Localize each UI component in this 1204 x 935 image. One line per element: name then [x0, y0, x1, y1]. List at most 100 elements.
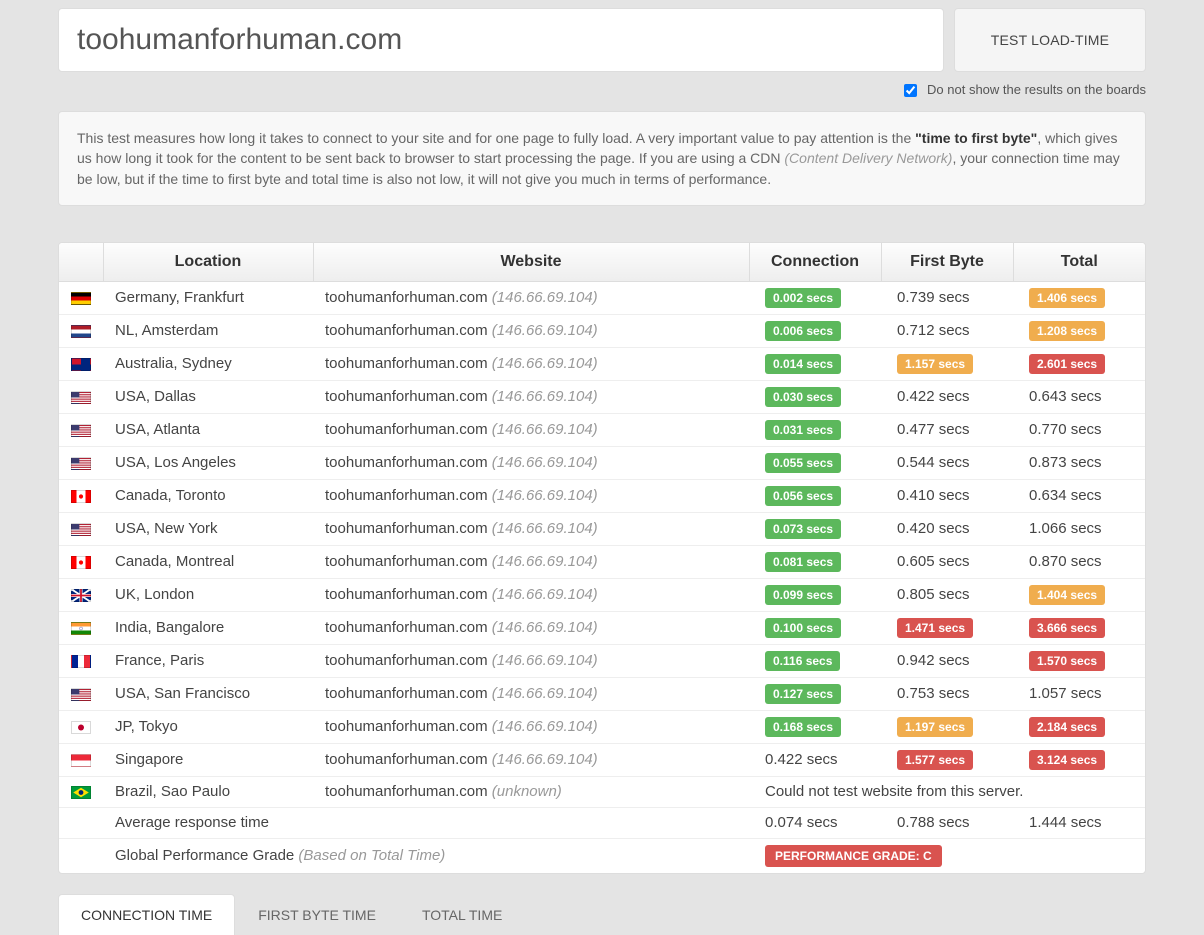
flag-icon: [71, 358, 91, 371]
grade-badge-cell: PERFORMANCE GRADE: C: [749, 838, 1145, 873]
metric-badge: 0.056 secs: [765, 486, 841, 506]
metric-badge: 0.168 secs: [765, 717, 841, 737]
location-cell: India, Bangalore: [103, 611, 313, 644]
total-cell: 0.634 secs: [1013, 479, 1145, 512]
metric-badge: 0.100 secs: [765, 618, 841, 638]
website-cell: toohumanforhuman.com (unknown): [313, 776, 749, 807]
flag-cell: [59, 413, 103, 446]
flag-cell: [59, 314, 103, 347]
total-cell: 1.057 secs: [1013, 677, 1145, 710]
location-cell: France, Paris: [103, 644, 313, 677]
firstbyte-cell: 0.805 secs: [881, 578, 1013, 611]
metric-badge: 1.404 secs: [1029, 585, 1105, 605]
table-row: Singaporetoohumanforhuman.com (146.66.69…: [59, 743, 1145, 776]
table-row: USA, Dallastoohumanforhuman.com (146.66.…: [59, 380, 1145, 413]
flag-cell: [59, 743, 103, 776]
col-website[interactable]: Website: [313, 243, 749, 282]
connection-cell: 0.099 secs: [749, 578, 881, 611]
connection-cell: 0.030 secs: [749, 380, 881, 413]
avg-tot: 1.444 secs: [1013, 807, 1145, 838]
total-cell: 2.184 secs: [1013, 710, 1145, 743]
flag-icon: [71, 589, 91, 602]
firstbyte-cell: 0.712 secs: [881, 314, 1013, 347]
website-cell: toohumanforhuman.com (146.66.69.104): [313, 281, 749, 314]
table-row: JP, Tokyotoohumanforhuman.com (146.66.69…: [59, 710, 1145, 743]
flag-icon: [71, 523, 91, 536]
metric-badge: 1.406 secs: [1029, 288, 1105, 308]
table-row: NL, Amsterdamtoohumanforhuman.com (146.6…: [59, 314, 1145, 347]
flag-cell: [59, 677, 103, 710]
total-cell: 1.404 secs: [1013, 578, 1145, 611]
metric-badge: 0.073 secs: [765, 519, 841, 539]
metric-badge: 0.116 secs: [765, 651, 840, 671]
website-cell: toohumanforhuman.com (146.66.69.104): [313, 479, 749, 512]
url-input[interactable]: [58, 8, 944, 72]
website-cell: toohumanforhuman.com (146.66.69.104): [313, 644, 749, 677]
metric-badge: 0.055 secs: [765, 453, 841, 473]
flag-cell: [59, 578, 103, 611]
total-cell: 2.601 secs: [1013, 347, 1145, 380]
col-connection[interactable]: Connection: [749, 243, 881, 282]
location-cell: NL, Amsterdam: [103, 314, 313, 347]
tab-total-time[interactable]: TOTAL TIME: [399, 894, 525, 935]
flag-cell: [59, 838, 103, 873]
col-firstbyte[interactable]: First Byte: [881, 243, 1013, 282]
total-cell: 3.666 secs: [1013, 611, 1145, 644]
average-label: Average response time: [103, 807, 749, 838]
tabs: CONNECTION TIME FIRST BYTE TIME TOTAL TI…: [58, 894, 1146, 935]
website-cell: toohumanforhuman.com (146.66.69.104): [313, 710, 749, 743]
metric-badge: 0.099 secs: [765, 585, 841, 605]
flag-icon: [71, 391, 91, 404]
website-cell: toohumanforhuman.com (146.66.69.104): [313, 314, 749, 347]
location-cell: USA, Los Angeles: [103, 446, 313, 479]
total-cell: 0.643 secs: [1013, 380, 1145, 413]
noboards-label[interactable]: Do not show the results on the boards: [904, 82, 1146, 97]
flag-cell: [59, 479, 103, 512]
flag-cell: [59, 710, 103, 743]
col-location[interactable]: Location: [103, 243, 313, 282]
location-cell: Brazil, Sao Paulo: [103, 776, 313, 807]
table-row: France, Paristoohumanforhuman.com (146.6…: [59, 644, 1145, 677]
avg-fb: 0.788 secs: [881, 807, 1013, 838]
connection-cell: 0.002 secs: [749, 281, 881, 314]
test-loadtime-button[interactable]: TEST LOAD-TIME: [954, 8, 1146, 72]
metric-badge: 0.030 secs: [765, 387, 841, 407]
total-cell: 1.066 secs: [1013, 512, 1145, 545]
total-cell: 1.570 secs: [1013, 644, 1145, 677]
website-cell: toohumanforhuman.com (146.66.69.104): [313, 446, 749, 479]
table-row: USA, Los Angelestoohumanforhuman.com (14…: [59, 446, 1145, 479]
flag-cell: [59, 380, 103, 413]
tab-first-byte-time[interactable]: FIRST BYTE TIME: [235, 894, 399, 935]
firstbyte-cell: 0.753 secs: [881, 677, 1013, 710]
metric-badge: 3.124 secs: [1029, 750, 1105, 770]
metric-badge: 1.471 secs: [897, 618, 973, 638]
metric-badge: 2.601 secs: [1029, 354, 1105, 374]
connection-cell: 0.006 secs: [749, 314, 881, 347]
flag-icon: [71, 292, 91, 305]
connection-cell: 0.116 secs: [749, 644, 881, 677]
col-total[interactable]: Total: [1013, 243, 1145, 282]
col-flag: [59, 243, 103, 282]
noboards-text: Do not show the results on the boards: [927, 82, 1146, 97]
average-row: Average response time0.074 secs0.788 sec…: [59, 807, 1145, 838]
metric-badge: 0.081 secs: [765, 552, 841, 572]
firstbyte-cell: 1.197 secs: [881, 710, 1013, 743]
connection-cell: 0.081 secs: [749, 545, 881, 578]
metric-badge: 2.184 secs: [1029, 717, 1105, 737]
connection-cell: 0.100 secs: [749, 611, 881, 644]
firstbyte-cell: 1.577 secs: [881, 743, 1013, 776]
metric-badge: 3.666 secs: [1029, 618, 1105, 638]
tab-connection-time[interactable]: CONNECTION TIME: [58, 894, 235, 935]
total-cell: 1.406 secs: [1013, 281, 1145, 314]
flag-cell: [59, 281, 103, 314]
total-cell: 3.124 secs: [1013, 743, 1145, 776]
table-row: Canada, Torontotoohumanforhuman.com (146…: [59, 479, 1145, 512]
location-cell: USA, Dallas: [103, 380, 313, 413]
website-cell: toohumanforhuman.com (146.66.69.104): [313, 743, 749, 776]
grade-row: Global Performance Grade (Based on Total…: [59, 838, 1145, 873]
table-row: USA, New Yorktoohumanforhuman.com (146.6…: [59, 512, 1145, 545]
grade-label: Global Performance Grade (Based on Total…: [103, 838, 749, 873]
firstbyte-cell: 1.471 secs: [881, 611, 1013, 644]
total-cell: 0.770 secs: [1013, 413, 1145, 446]
noboards-checkbox[interactable]: [904, 84, 917, 97]
